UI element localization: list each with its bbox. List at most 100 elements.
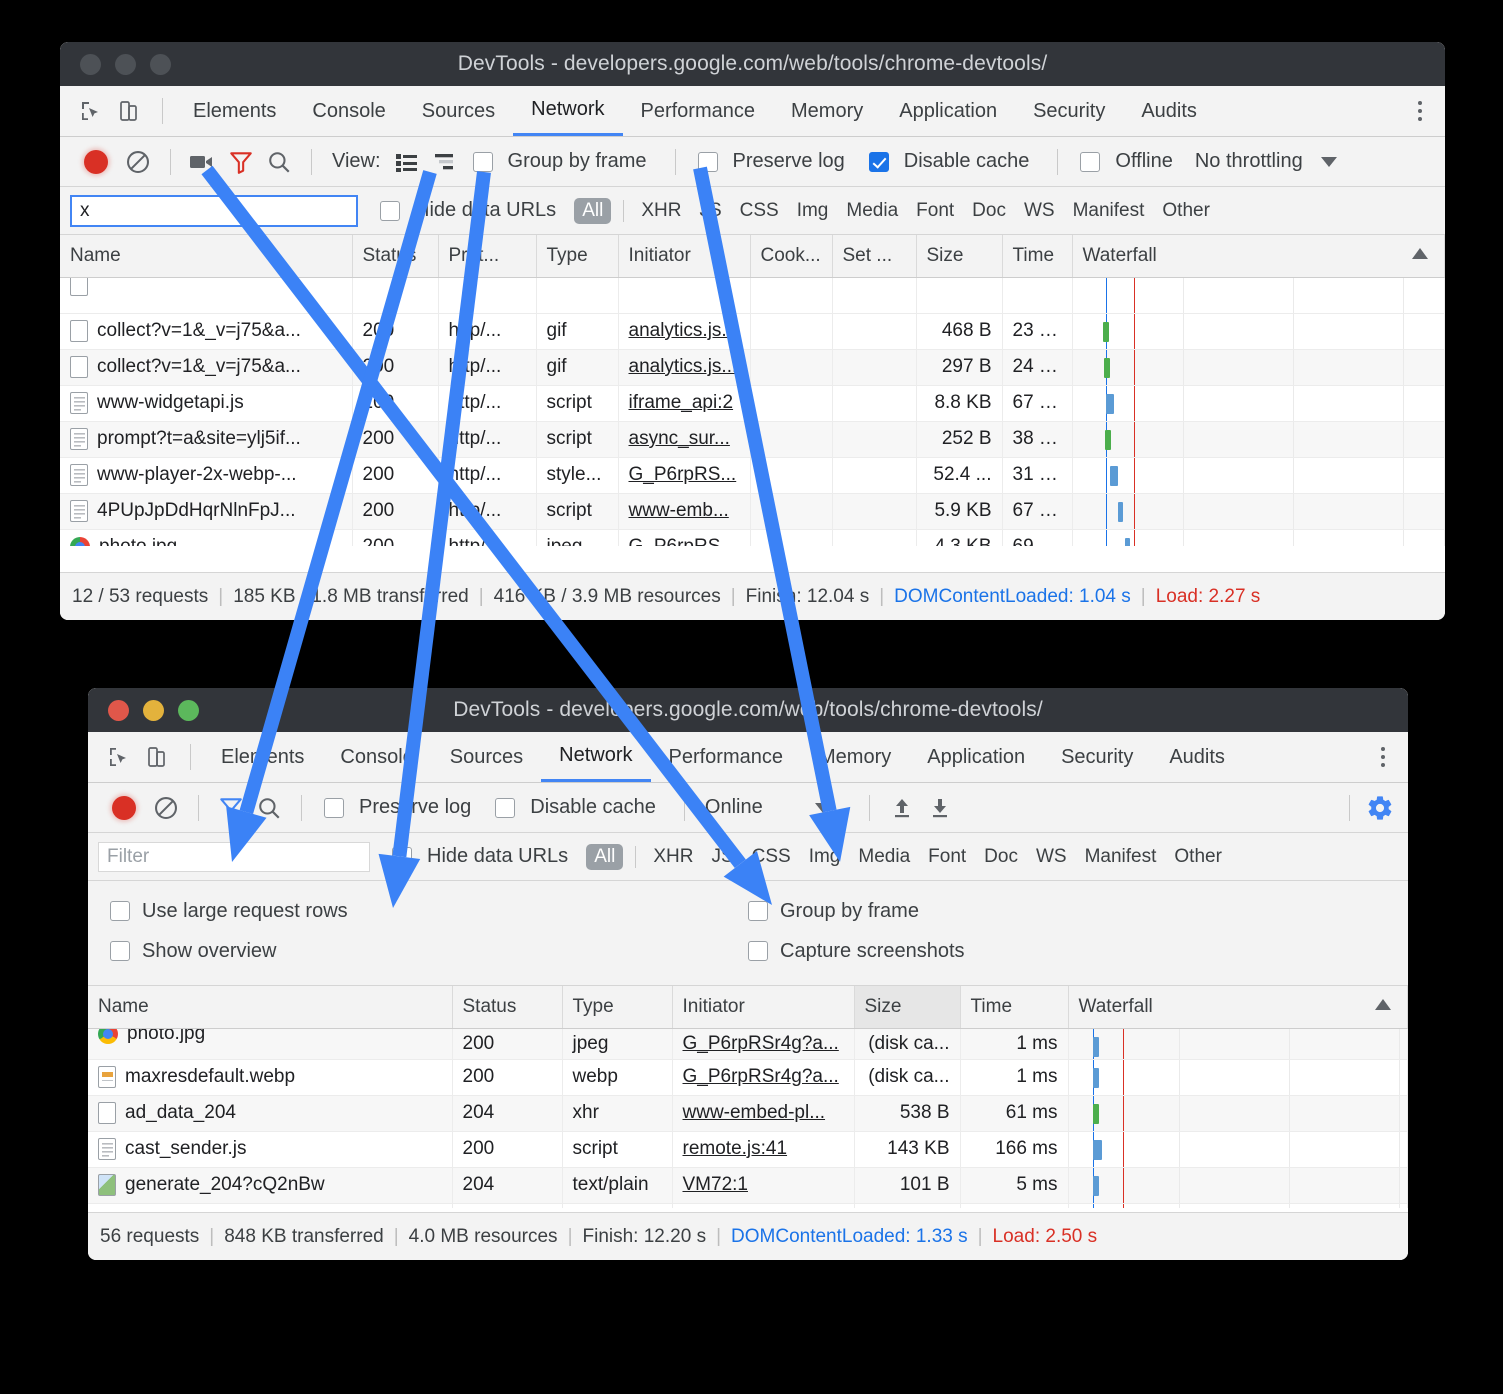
more-options-icon[interactable] xyxy=(1368,747,1408,767)
filter-icon[interactable] xyxy=(213,791,249,825)
minimize-button[interactable] xyxy=(143,699,164,721)
offline-row-top[interactable]: Offline xyxy=(1080,150,1178,173)
cell-name[interactable]: generate_204?cQ2nBw xyxy=(88,1167,453,1204)
column-header-size[interactable]: Size xyxy=(916,235,1003,278)
search-input[interactable]: x xyxy=(70,194,358,227)
table-row[interactable]: collect?v=1&_v=j75&a... 200 http/... gif ana… xyxy=(60,349,1445,386)
filter-chip-ws[interactable]: WS xyxy=(1015,200,1064,222)
cell-initiator[interactable]: iframe_api:2 xyxy=(618,385,751,422)
panel-tabbar-bottom[interactable]: Elements Console Sources Network Perform… xyxy=(88,732,1408,783)
filter-chip-xhr[interactable]: XHR xyxy=(644,846,702,868)
filter-chip-css[interactable]: CSS xyxy=(731,200,788,222)
filter-chip-manifest[interactable]: Manifest xyxy=(1076,846,1166,868)
group-by-frame-checkbox[interactable] xyxy=(472,151,493,172)
import-har-upload-icon[interactable] xyxy=(884,791,920,825)
show-overview-checkbox[interactable] xyxy=(110,941,130,961)
filter-chip-font[interactable]: Font xyxy=(907,200,963,222)
initiator-link[interactable]: async_sur... xyxy=(629,428,730,449)
tab-elements[interactable]: Elements xyxy=(175,86,294,136)
column-header-waterfall[interactable]: Waterfall xyxy=(1068,986,1408,1029)
table-header-row-bottom[interactable]: Name Status Type Initiator Size Time Wat… xyxy=(88,986,1408,1029)
tab-elements[interactable]: Elements xyxy=(203,732,322,782)
close-button[interactable] xyxy=(108,699,129,721)
show-overview-row[interactable]: Show overview xyxy=(88,940,748,963)
cell-initiator[interactable]: VM72:1 xyxy=(672,1167,855,1204)
cell-name[interactable]: cast_sender.js xyxy=(88,1131,453,1168)
filter-chip-media[interactable]: Media xyxy=(849,846,919,868)
filter-chip-ws[interactable]: WS xyxy=(1027,846,1076,868)
hide-data-urls-checkbox[interactable] xyxy=(380,200,400,221)
window-controls-bottom[interactable] xyxy=(88,699,199,721)
tab-security[interactable]: Security xyxy=(1015,86,1123,136)
throttling-chevron-down-icon[interactable] xyxy=(1320,156,1337,167)
filter-chip-xhr[interactable]: XHR xyxy=(632,200,690,222)
initiator-link[interactable]: G_P6rpRSr4g?a... xyxy=(683,1066,839,1087)
zoom-button[interactable] xyxy=(178,699,199,721)
table-header-row-top[interactable]: Name Status Prot... Type Initiator Cook.… xyxy=(60,235,1445,278)
cell-name[interactable]: www-widgetapi.js xyxy=(60,385,353,422)
record-button[interactable] xyxy=(84,149,108,174)
filter-chip-media[interactable]: Media xyxy=(837,200,907,222)
cell-name[interactable]: collect?v=1&_v=j75&a... xyxy=(60,313,353,350)
table-row[interactable]: maxresdefault.webp 200 webp G_P6rpRSr4g?a..… xyxy=(88,1059,1408,1096)
offline-checkbox[interactable] xyxy=(1080,151,1101,172)
disable-cache-checkbox[interactable] xyxy=(495,797,516,818)
list-view-icon[interactable] xyxy=(389,145,425,179)
filter-chip-all[interactable]: All xyxy=(574,197,612,224)
column-header-protocol[interactable]: Prot... xyxy=(438,235,537,278)
filter-chip-font[interactable]: Font xyxy=(919,846,975,868)
requests-table-bottom[interactable]: Name Status Type Initiator Size Time Wat… xyxy=(88,986,1408,1208)
table-row-partial[interactable] xyxy=(60,277,1445,314)
column-header-initiator[interactable]: Initiator xyxy=(672,986,855,1029)
cell-initiator[interactable]: analytics.js... xyxy=(618,349,751,386)
initiator-link[interactable]: G_P6rpRS... xyxy=(629,536,737,546)
column-header-type[interactable]: Type xyxy=(562,986,673,1029)
preserve-log-row-top[interactable]: Preserve log xyxy=(697,150,851,173)
panel-tabs-top[interactable]: Elements Console Sources Network Perform… xyxy=(175,86,1215,136)
toolbar-right-group[interactable] xyxy=(1337,791,1398,825)
column-header-set-cookies[interactable]: Set ... xyxy=(832,235,917,278)
column-header-name[interactable]: Name xyxy=(88,986,453,1029)
tab-console[interactable]: Console xyxy=(322,732,431,782)
filter-chip-doc[interactable]: Doc xyxy=(975,846,1027,868)
disable-cache-checkbox[interactable] xyxy=(868,151,889,172)
table-row[interactable]: generate_204?cQ2nBw 204 text/plain VM72:1 10… xyxy=(88,1167,1408,1204)
devtools-window-bottom[interactable]: DevTools - developers.google.com/web/too… xyxy=(88,688,1408,1260)
network-toolbar-top[interactable]: View: Group by frame Preserve log Disabl… xyxy=(60,137,1445,187)
capture-screenshots-row[interactable]: Capture screenshots xyxy=(748,940,965,963)
export-har-download-icon[interactable] xyxy=(922,791,958,825)
column-header-initiator[interactable]: Initiator xyxy=(618,235,751,278)
cell-initiator[interactable]: www-emb... xyxy=(618,493,751,530)
filter-input[interactable]: Filter xyxy=(98,841,370,872)
record-button[interactable] xyxy=(112,795,136,820)
zoom-button[interactable] xyxy=(150,53,171,75)
table-row[interactable]: www-widgetapi.js 200 http/... script iframe_… xyxy=(60,385,1445,422)
table-row[interactable]: www-player-2x-webp-... 200 http/... style..… xyxy=(60,457,1445,494)
cell-name[interactable]: collect?v=1&_v=j75&a... xyxy=(60,349,353,386)
filter-bar-bottom[interactable]: Filter Hide data URLs All XHR JS CSS Img… xyxy=(88,833,1408,881)
throttling-value[interactable]: No throttling xyxy=(1195,150,1303,173)
sort-ascending-icon[interactable] xyxy=(1375,999,1391,1010)
disable-cache-row-bottom[interactable]: Disable cache xyxy=(495,796,662,819)
cell-initiator[interactable]: G_P6rpRSr4g?a... xyxy=(672,1028,855,1060)
tab-application[interactable]: Application xyxy=(909,732,1043,782)
capture-screenshots-checkbox[interactable] xyxy=(748,941,768,961)
disable-cache-row-top[interactable]: Disable cache xyxy=(868,150,1036,173)
cell-name[interactable]: prompt?t=a&site=ylj5if... xyxy=(60,421,353,458)
cell-initiator[interactable]: G_P6rpRSr4g?a... xyxy=(672,1059,855,1096)
inspect-element-icon[interactable] xyxy=(102,742,136,772)
column-header-status[interactable]: Status xyxy=(452,986,563,1029)
column-header-size[interactable]: Size xyxy=(854,986,961,1029)
initiator-link[interactable]: analytics.js... xyxy=(629,356,738,377)
column-header-time[interactable]: Time xyxy=(960,986,1069,1029)
cell-initiator[interactable]: G_P6rpRS... xyxy=(618,457,751,494)
initiator-link[interactable]: www-embed-pl... xyxy=(683,1102,826,1123)
network-toolbar-bottom[interactable]: Preserve log Disable cache Online xyxy=(88,783,1408,833)
filter-chip-img[interactable]: Img xyxy=(800,846,850,868)
filter-chip-manifest[interactable]: Manifest xyxy=(1064,200,1154,222)
use-large-request-rows-row[interactable]: Use large request rows xyxy=(88,900,748,923)
filter-chip-doc[interactable]: Doc xyxy=(963,200,1015,222)
cell-initiator[interactable]: G_P6rpRS... xyxy=(618,529,751,546)
settings-row-2[interactable]: Show overview Capture screenshots xyxy=(88,931,1408,971)
panel-tabbar-top[interactable]: Elements Console Sources Network Perform… xyxy=(60,86,1445,137)
